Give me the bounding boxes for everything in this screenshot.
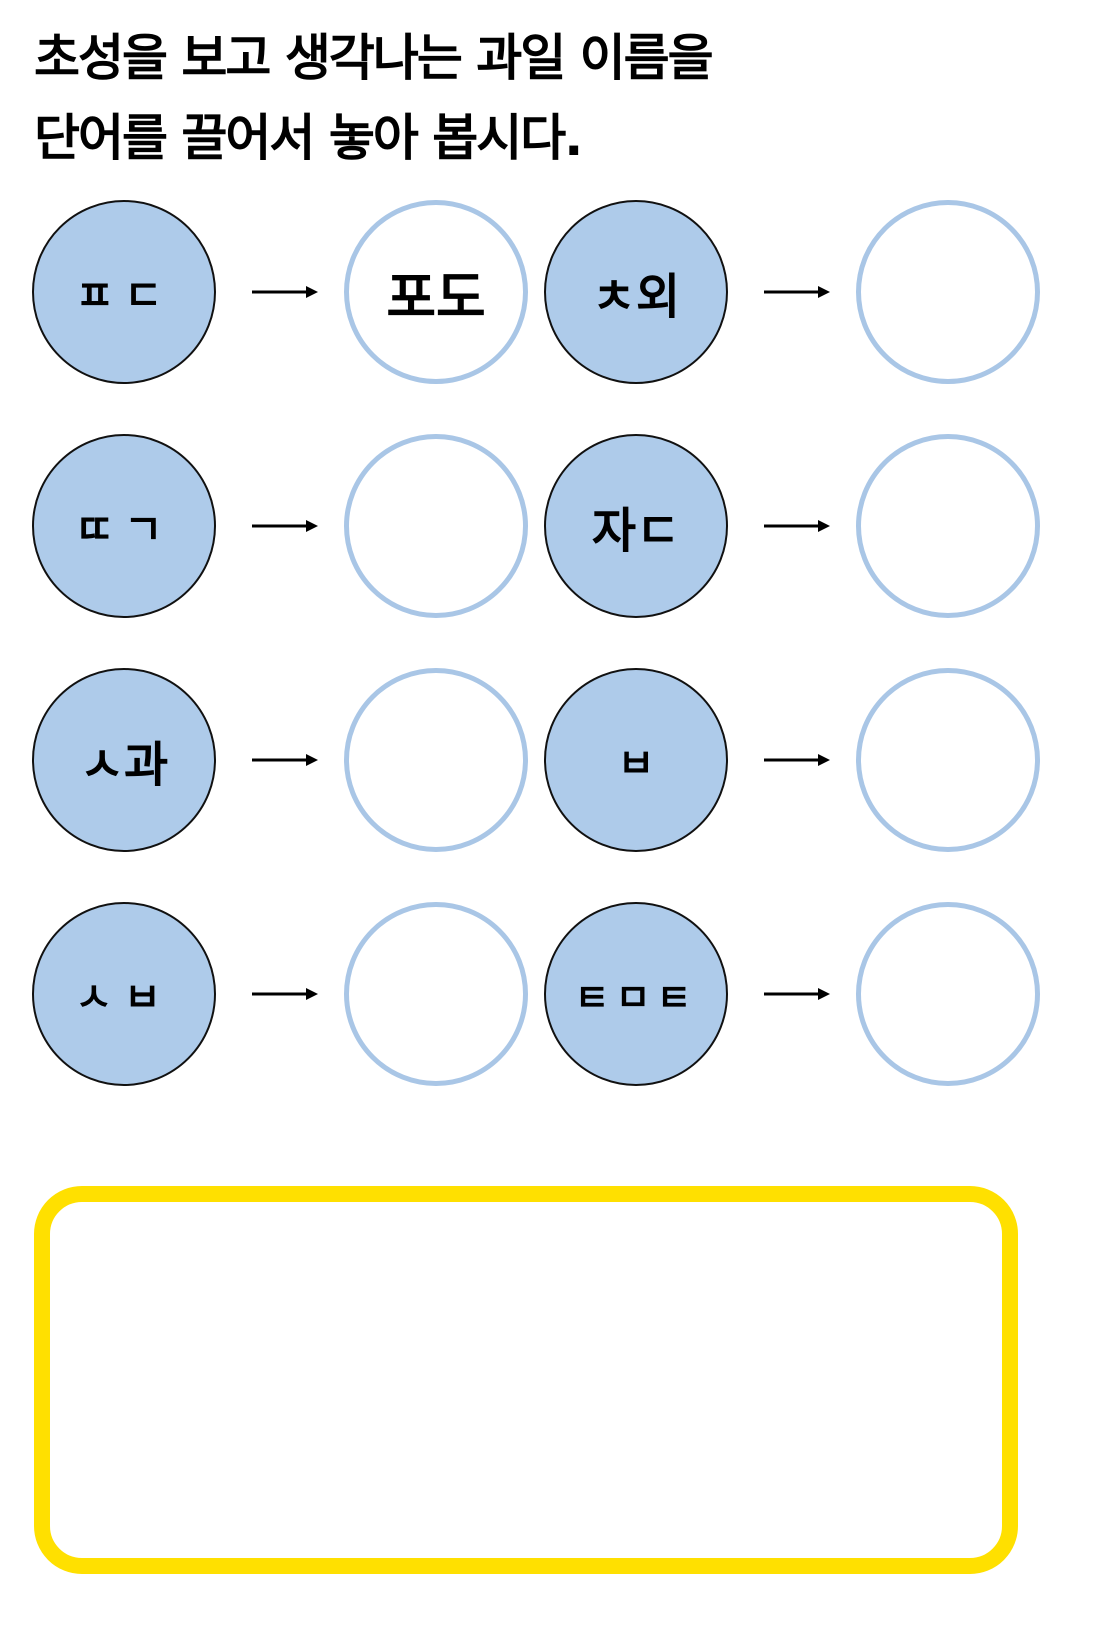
- right-arrow-icon: [252, 988, 318, 1000]
- quiz-pair: ㅊ외: [544, 200, 1044, 388]
- answer-drop-slot[interactable]: [856, 668, 1040, 852]
- right-arrow-icon: [764, 754, 830, 766]
- hint-circle: ㅊ외: [544, 200, 728, 384]
- right-arrow-icon: [764, 286, 830, 298]
- hint-circle: ㄸㄱ: [32, 434, 216, 618]
- instruction-line-1: 초성을 보고 생각나는 과일 이름을: [34, 29, 714, 87]
- hint-circle: ㅅ과: [32, 668, 216, 852]
- right-arrow-icon: [252, 286, 318, 298]
- quiz-grid: ㅍㄷ 포도 ㅊ외 ㄸㄱ 자ㄷ ㅅ과 ㅂ ㅅㅂ ㅌㅁㅌ: [32, 200, 1072, 1160]
- quiz-pair: ㅅ과: [32, 668, 532, 856]
- quiz-pair: 자ㄷ: [544, 434, 1044, 622]
- answer-drop-slot[interactable]: [856, 434, 1040, 618]
- quiz-pair: ㅌㅁㅌ: [544, 902, 1044, 1090]
- word-tray[interactable]: [34, 1186, 1018, 1574]
- right-arrow-icon: [252, 754, 318, 766]
- hint-circle: 자ㄷ: [544, 434, 728, 618]
- answer-drop-slot[interactable]: [344, 668, 528, 852]
- answer-drop-slot[interactable]: [856, 902, 1040, 1086]
- quiz-pair: ㅍㄷ 포도: [32, 200, 532, 388]
- right-arrow-icon: [764, 988, 830, 1000]
- hint-circle: ㅍㄷ: [32, 200, 216, 384]
- answer-drop-slot[interactable]: [344, 902, 528, 1086]
- right-arrow-icon: [764, 520, 830, 532]
- hint-circle: ㅂ: [544, 668, 728, 852]
- hint-circle: ㅌㅁㅌ: [544, 902, 728, 1086]
- hint-circle: ㅅㅂ: [32, 902, 216, 1086]
- right-arrow-icon: [252, 520, 318, 532]
- answer-drop-slot[interactable]: [856, 200, 1040, 384]
- quiz-pair: ㅅㅂ: [32, 902, 532, 1090]
- quiz-pair: ㅂ: [544, 668, 1044, 856]
- quiz-pair: ㄸㄱ: [32, 434, 532, 622]
- instruction-text: 초성을 보고 생각나는 과일 이름을 단어를 끌어서 놓아 봅시다.: [34, 18, 1064, 178]
- answer-drop-slot[interactable]: 포도: [344, 200, 528, 384]
- instruction-line-2: 단어를 끌어서 놓아 봅시다.: [34, 109, 583, 167]
- answer-drop-slot[interactable]: [344, 434, 528, 618]
